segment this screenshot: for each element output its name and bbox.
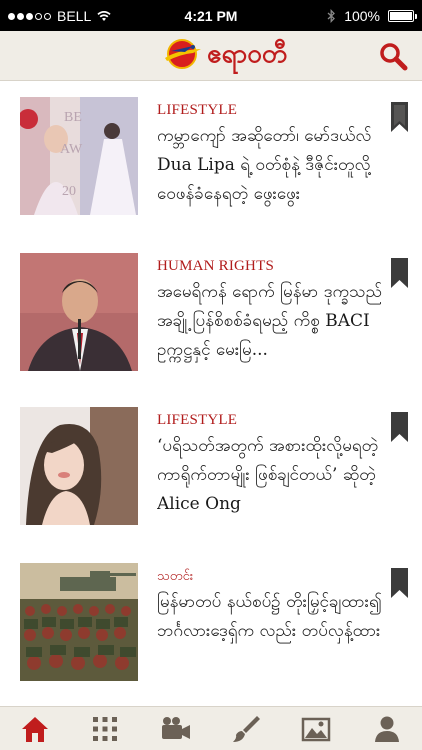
article-item[interactable]: LIFESTYLE ‘ပရိသတ်အတွက် အစားထိုးလို့မရတဲ့… bbox=[0, 392, 422, 542]
awards-photo: BE AW 20 bbox=[20, 97, 138, 215]
article-thumbnail[interactable] bbox=[20, 253, 138, 371]
svg-text:AW: AW bbox=[60, 142, 83, 157]
article-thumbnail[interactable] bbox=[20, 563, 138, 681]
bookmark-icon[interactable] bbox=[391, 568, 408, 598]
battery-icon bbox=[388, 10, 417, 22]
article-category: LIFESTYLE bbox=[157, 412, 238, 428]
bottom-tab-bar bbox=[0, 706, 422, 750]
video-camera-icon bbox=[161, 716, 190, 739]
article-category: သတင်း bbox=[157, 569, 194, 584]
article-category: HUMAN RIGHTS bbox=[157, 258, 274, 274]
status-right: 100% bbox=[327, 8, 417, 24]
article-item[interactable]: HUMAN RIGHTS အမေရိကန် ရောက် မြန်မာ ဒုက္ခ… bbox=[0, 238, 422, 388]
bookmark-icon[interactable] bbox=[391, 102, 408, 132]
article-thumbnail[interactable] bbox=[20, 407, 138, 525]
bookmark-icon[interactable] bbox=[391, 258, 408, 288]
tab-video[interactable] bbox=[141, 707, 211, 750]
article-item[interactable]: BE AW 20 LIFESTYLE ကမ္ဘာကျော် အဆိုတော်၊ … bbox=[0, 82, 422, 232]
irrawaddy-logo-icon bbox=[165, 39, 201, 69]
image-icon bbox=[302, 717, 331, 741]
search-icon[interactable] bbox=[378, 41, 408, 71]
status-bar: BELL 4:21 PM 100% bbox=[0, 0, 422, 31]
article-headline[interactable]: ကမ္ဘာကျော် အဆိုတော်၊ မော်ဒယ်လ် Dua Lipa … bbox=[157, 122, 393, 209]
bookmark-icon[interactable] bbox=[391, 412, 408, 442]
tab-photos[interactable] bbox=[281, 707, 351, 750]
man-portrait-photo bbox=[20, 253, 138, 371]
bluetooth-icon bbox=[327, 9, 336, 23]
home-icon bbox=[22, 716, 49, 742]
app-logo[interactable]: ဧရာဝတီ bbox=[163, 37, 287, 71]
svg-text:20: 20 bbox=[62, 184, 76, 199]
battery-level bbox=[390, 12, 412, 20]
woman-portrait-photo bbox=[20, 407, 138, 525]
profile-icon bbox=[374, 716, 399, 742]
tab-home[interactable] bbox=[0, 707, 70, 750]
grid-icon bbox=[93, 716, 118, 741]
article-category: LIFESTYLE bbox=[157, 102, 238, 118]
tab-art[interactable] bbox=[211, 707, 281, 750]
article-headline[interactable]: မြန်မာတပ် နယ်စပ်၌ တိုးမြှင့်ချထား၍ ဘင်္ဂ… bbox=[157, 588, 393, 675]
tab-categories[interactable] bbox=[70, 707, 140, 750]
tab-profile[interactable] bbox=[352, 707, 422, 750]
app-header: ဧရာဝတီ bbox=[0, 31, 422, 81]
article-thumbnail[interactable]: BE AW 20 bbox=[20, 97, 138, 215]
battery-percent: 100% bbox=[344, 8, 380, 24]
article-item[interactable]: သတင်း မြန်မာတပ် နယ်စပ်၌ တိုးမြှင့်ချထား၍… bbox=[0, 548, 422, 698]
article-headline[interactable]: အမေရိကန် ရောက် မြန်မာ ဒုက္ခသည်အချို့ ပြန… bbox=[157, 278, 393, 365]
paintbrush-icon bbox=[233, 715, 261, 742]
svg-text:BE: BE bbox=[64, 110, 82, 125]
military-parade-photo bbox=[20, 563, 138, 681]
logo-text: ဧရာဝတီ bbox=[207, 39, 288, 69]
article-headline[interactable]: ‘ပရိသတ်အတွက် အစားထိုးလို့မရတဲ့ ကာရိုက်တာ… bbox=[157, 432, 393, 519]
